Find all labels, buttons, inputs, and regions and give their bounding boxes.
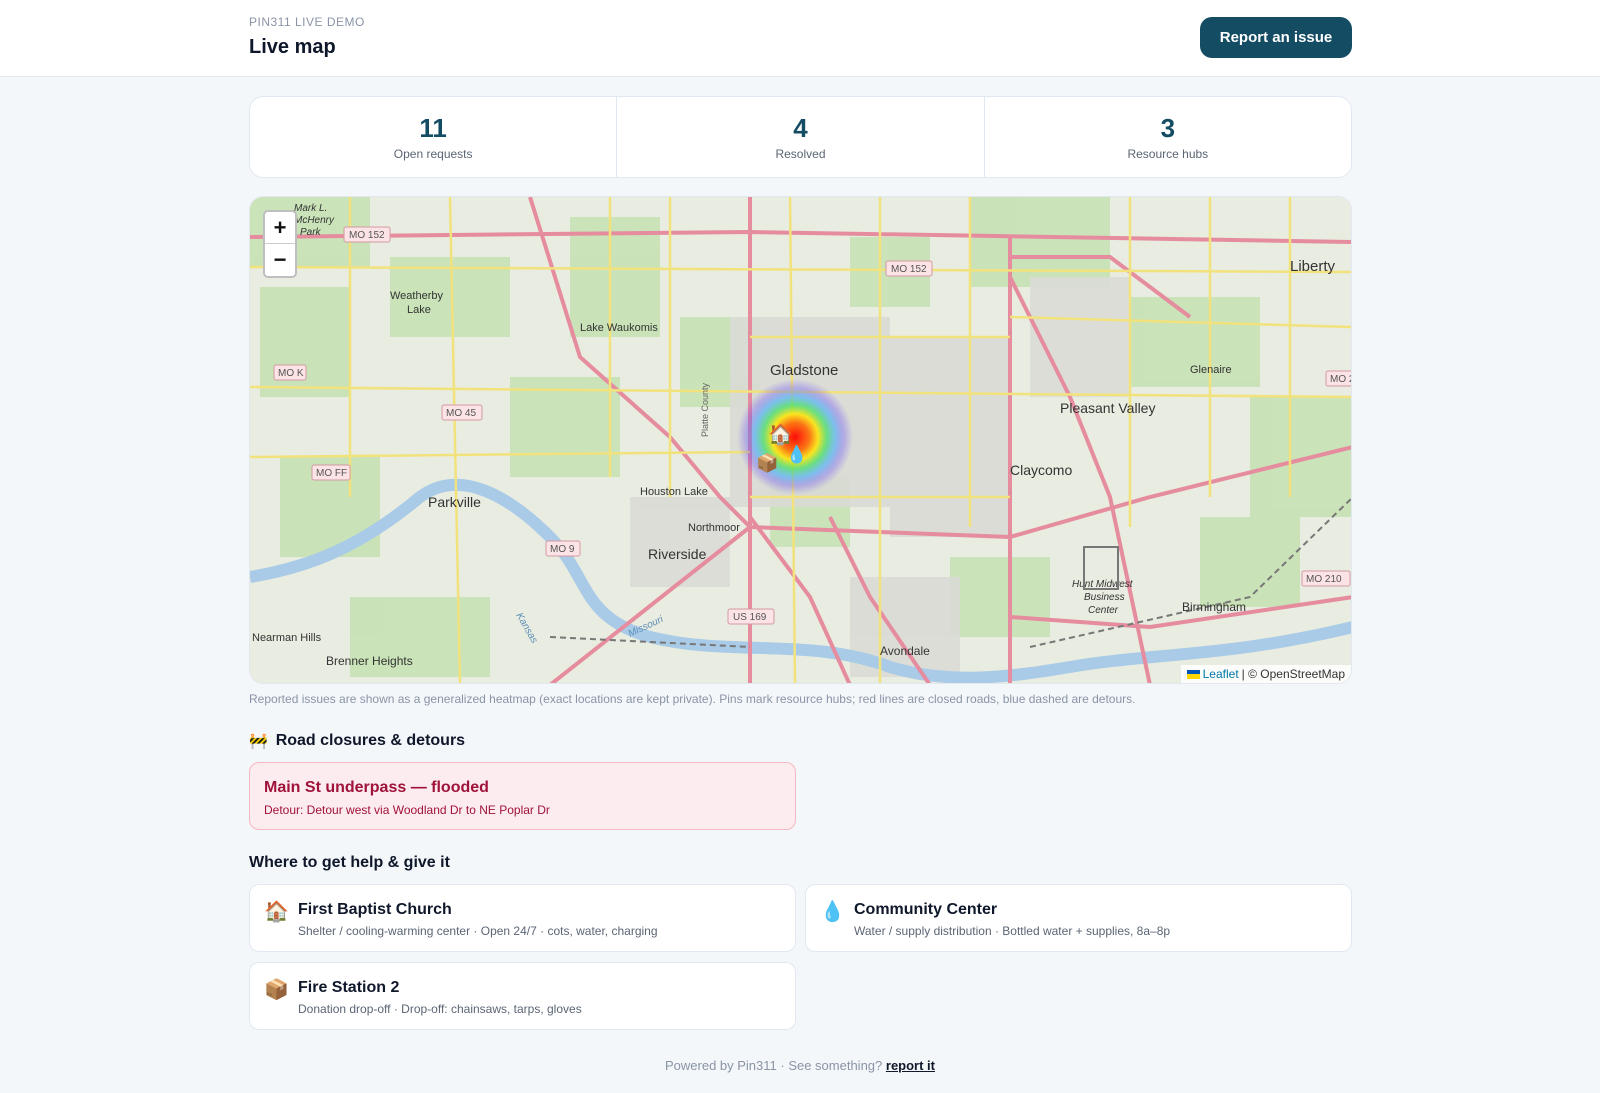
- label-liberty: Liberty: [1290, 258, 1336, 275]
- package-icon[interactable]: 📦: [756, 453, 778, 473]
- map-attribution: Leaflet | © OpenStreetMap: [1180, 665, 1351, 683]
- hub-name: Community Center: [854, 901, 998, 918]
- water-drop-icon: 💧: [820, 901, 845, 923]
- label-mckenry-2: McHenry: [294, 215, 335, 226]
- zoom-out-button[interactable]: −: [265, 244, 295, 276]
- shield-mo-2: MO 2: [1325, 370, 1352, 387]
- shield-text: US 169: [733, 612, 767, 623]
- shield-mo-152-east: MO 152: [885, 260, 933, 277]
- leaflet-link[interactable]: Leaflet: [1203, 667, 1239, 681]
- label-parkville: Parkville: [428, 494, 481, 510]
- brand-kicker: PIN311 LIVE DEMO: [249, 15, 365, 29]
- zoom-control: + −: [263, 210, 297, 278]
- label-hunt-midwest-2: Business: [1084, 592, 1125, 603]
- report-issue-button[interactable]: Report an issue: [1200, 17, 1352, 58]
- shield-us-169: US 169: [727, 608, 775, 625]
- construction-barrier-icon: 🚧: [249, 733, 268, 750]
- stat-resolved: 4 Resolved: [617, 97, 985, 177]
- label-nearman-hills: Nearman Hills: [252, 632, 322, 644]
- closures-heading: 🚧 Road closures & detours: [249, 732, 465, 750]
- shield-text: MO K: [278, 368, 304, 379]
- package-icon: 📦: [264, 979, 289, 1001]
- stat-value: 11: [419, 113, 447, 143]
- label-gladstone: Gladstone: [770, 362, 838, 379]
- shield-text: MO 45: [446, 408, 476, 419]
- report-it-link[interactable]: report it: [886, 1058, 935, 1073]
- closure-card: Main St underpass — flooded Detour: Deto…: [249, 762, 796, 830]
- hub-card-fire-station-2[interactable]: 📦 Fire Station 2 Donation drop-off · Dro…: [249, 962, 796, 1030]
- stat-value: 4: [793, 113, 808, 143]
- osm-attribution: | © OpenStreetMap: [1241, 667, 1345, 681]
- ukraine-flag-icon: [1186, 669, 1200, 679]
- shield-text: MO 210: [1306, 574, 1342, 585]
- hub-name: Fire Station 2: [298, 979, 400, 996]
- label-mckenry-1: Mark L.: [294, 203, 327, 214]
- hub-name: First Baptist Church: [298, 901, 452, 918]
- closure-title: Main St underpass — flooded: [264, 779, 489, 796]
- closures-heading-text: Road closures & detours: [275, 732, 466, 749]
- map-tiles[interactable]: Gladstone Parkville Riverside Liberty Pl…: [250, 197, 1352, 684]
- shield-text: MO 9: [550, 544, 575, 555]
- label-weatherby-lake-2: Lake: [407, 304, 431, 316]
- shield-text: MO 2: [1330, 374, 1352, 385]
- label-pleasant-valley: Pleasant Valley: [1060, 400, 1155, 416]
- hub-card-community-center[interactable]: 💧 Community Center Water / supply distri…: [805, 884, 1352, 952]
- stat-label: Open requests: [393, 147, 473, 161]
- label-houston-lake: Houston Lake: [640, 486, 708, 498]
- shield-mo-45: MO 45: [441, 404, 483, 421]
- stat-label: Resource hubs: [1127, 147, 1209, 161]
- hub-desc: Shelter / cooling-warming center · Open …: [298, 924, 658, 938]
- label-platte-county: Platte County: [700, 382, 710, 437]
- stat-value: 3: [1160, 113, 1176, 143]
- label-mckenry-3: Park: [300, 227, 322, 238]
- hub-desc: Donation drop-off · Drop-off: chainsaws,…: [298, 1002, 582, 1016]
- help-heading-text: Where to get help & give it: [249, 854, 450, 871]
- label-glenaire: Glenaire: [1190, 364, 1232, 376]
- shield-mo-9: MO 9: [545, 540, 581, 557]
- stats-bar: 11 Open requests 4 Resolved 3 Resource h…: [249, 96, 1352, 178]
- label-lake-waukomis: Lake Waukomis: [580, 322, 658, 334]
- footer-text: Powered by Pin311 · See something?: [664, 1058, 883, 1073]
- zoom-in-button[interactable]: +: [265, 212, 295, 244]
- label-birmingham: Birmingham: [1182, 600, 1246, 614]
- label-northmoor: Northmoor: [688, 522, 740, 534]
- closure-detour: Detour: Detour west via Woodland Dr to N…: [264, 803, 550, 817]
- live-map[interactable]: Gladstone Parkville Riverside Liberty Pl…: [249, 196, 1352, 684]
- shield-mo-k: MO K: [273, 364, 307, 381]
- stat-label: Resolved: [775, 147, 826, 161]
- issue-heatmap: [737, 379, 853, 495]
- shield-text: MO FF: [316, 468, 347, 479]
- top-bar: PIN311 LIVE DEMO Live map Report an issu…: [0, 0, 1600, 77]
- hub-card-first-baptist-church[interactable]: 🏠 First Baptist Church Shelter / cooling…: [249, 884, 796, 952]
- house-icon: 🏠: [264, 901, 289, 923]
- house-icon[interactable]: 🏠: [768, 425, 793, 445]
- shield-mo-ff: MO FF: [311, 464, 351, 481]
- stat-open-requests: 11 Open requests: [250, 97, 618, 177]
- map-note: Reported issues are shown as a generaliz…: [249, 692, 1136, 706]
- page-title: Live map: [249, 36, 336, 58]
- label-claycomo: Claycomo: [1010, 462, 1072, 478]
- water-drop-icon[interactable]: 💧: [786, 445, 807, 465]
- shield-mo-152-west: MO 152: [343, 226, 391, 243]
- label-weatherby-lake-1: Weatherby: [390, 290, 443, 302]
- label-riverside: Riverside: [648, 546, 707, 562]
- label-brenner-heights: Brenner Heights: [326, 654, 413, 668]
- hub-desc: Water / supply distribution · Bottled wa…: [854, 924, 1171, 938]
- help-heading: Where to get help & give it: [249, 854, 450, 872]
- shield-text: MO 152: [891, 264, 927, 275]
- stat-resource-hubs: 3 Resource hubs: [985, 97, 1351, 177]
- shield-mo-210: MO 210: [1301, 570, 1351, 587]
- label-hunt-midwest-3: Center: [1088, 605, 1119, 616]
- label-avondale: Avondale: [880, 644, 930, 658]
- shield-text: MO 152: [349, 230, 385, 241]
- footer: Powered by Pin311 · See something? repor…: [0, 1058, 1600, 1073]
